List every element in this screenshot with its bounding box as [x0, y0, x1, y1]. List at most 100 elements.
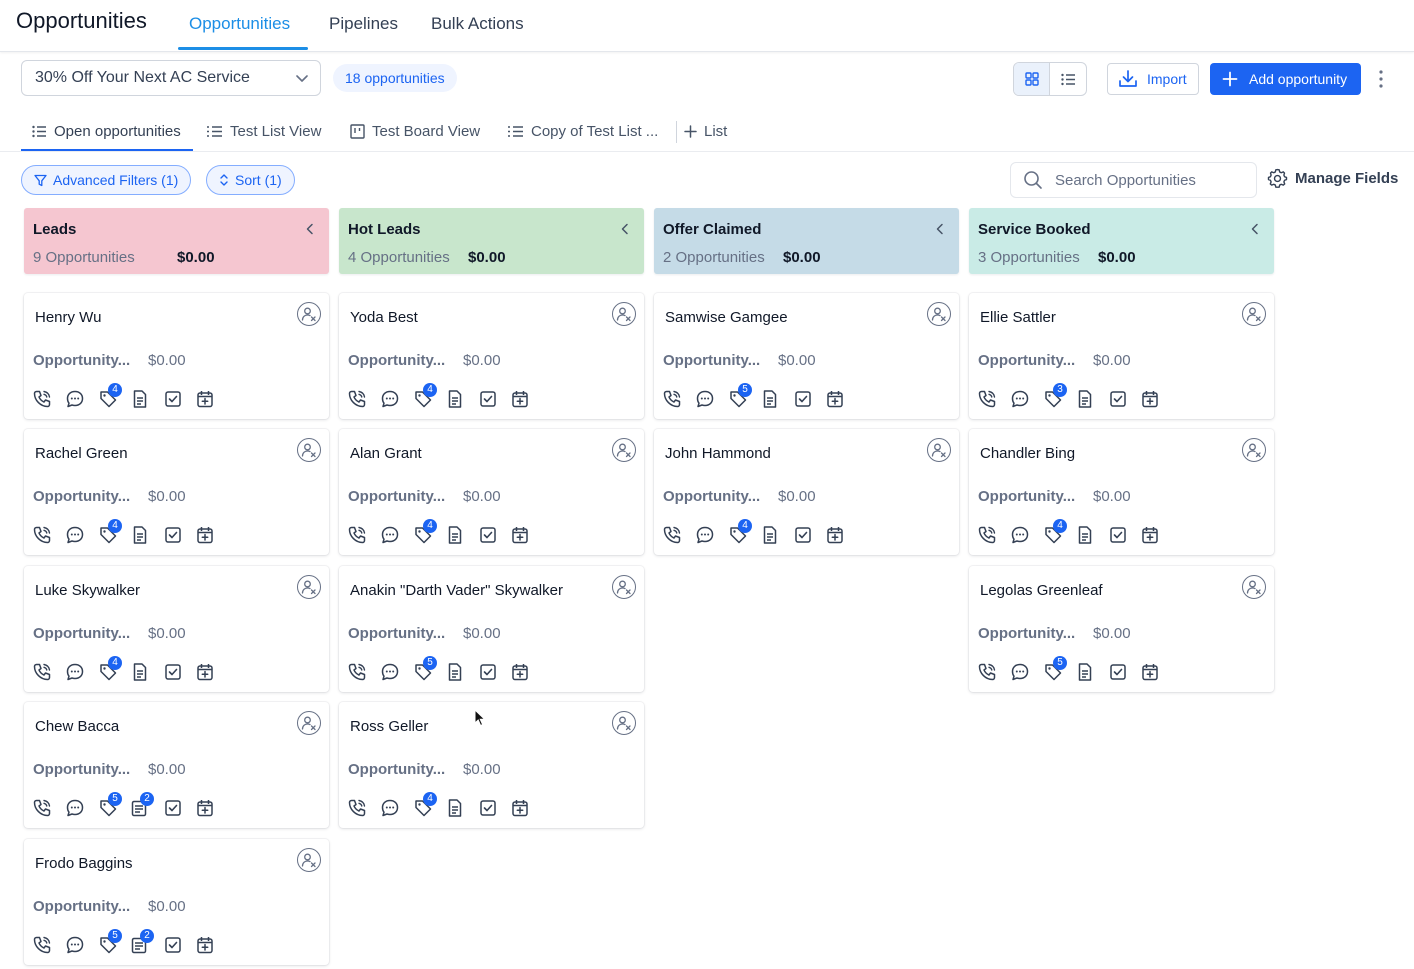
task-checkbox-icon[interactable] — [1108, 525, 1128, 545]
phone-icon[interactable] — [977, 389, 997, 409]
calendar-add-icon[interactable] — [195, 389, 215, 409]
task-checkbox-icon[interactable] — [1108, 389, 1128, 409]
sort-button[interactable]: Sort (1) — [206, 165, 295, 195]
view-tab-test-list-view[interactable]: Test List View — [206, 123, 321, 140]
assign-user-icon[interactable] — [1242, 302, 1266, 326]
chat-icon[interactable] — [1010, 389, 1030, 409]
advanced-filters-button[interactable]: Advanced Filters (1) — [21, 165, 192, 195]
task-checkbox-icon[interactable] — [478, 525, 498, 545]
task-checkbox-icon[interactable] — [793, 389, 813, 409]
assign-user-icon[interactable] — [612, 302, 636, 326]
opportunity-card[interactable]: Alan Grant Opportunity... $0.00 4 — [339, 429, 644, 555]
phone-icon[interactable] — [347, 525, 367, 545]
search-input[interactable] — [1055, 171, 1245, 189]
calendar-add-icon[interactable] — [510, 525, 530, 545]
chat-icon[interactable] — [1010, 525, 1030, 545]
document-icon[interactable] — [1075, 525, 1095, 545]
phone-icon[interactable] — [32, 525, 52, 545]
tag-icon[interactable]: 4 — [728, 519, 752, 545]
chat-icon[interactable] — [380, 662, 400, 682]
calendar-add-icon[interactable] — [195, 935, 215, 955]
task-checkbox-icon[interactable] — [163, 389, 183, 409]
opportunity-card[interactable]: Rachel Green Opportunity... $0.00 4 — [24, 429, 329, 555]
calendar-add-icon[interactable] — [510, 798, 530, 818]
chat-icon[interactable] — [695, 525, 715, 545]
phone-icon[interactable] — [32, 935, 52, 955]
document-icon[interactable] — [130, 525, 150, 545]
chat-icon[interactable] — [695, 389, 715, 409]
calendar-add-icon[interactable] — [825, 525, 845, 545]
calendar-add-icon[interactable] — [1140, 525, 1160, 545]
document-icon[interactable] — [130, 389, 150, 409]
chat-icon[interactable] — [65, 525, 85, 545]
opportunity-card[interactable]: Anakin "Darth Vader" Skywalker Opportunit… — [339, 566, 644, 692]
task-checkbox-icon[interactable] — [1108, 662, 1128, 682]
assign-user-icon[interactable] — [927, 302, 951, 326]
task-checkbox-icon[interactable] — [163, 662, 183, 682]
phone-icon[interactable] — [662, 525, 682, 545]
calendar-add-icon[interactable] — [510, 662, 530, 682]
document-icon[interactable] — [445, 389, 465, 409]
opportunity-card[interactable]: Ross Geller Opportunity... $0.00 4 — [339, 702, 644, 828]
assign-user-icon[interactable] — [927, 438, 951, 462]
tag-icon[interactable]: 4 — [413, 383, 437, 409]
opportunity-card[interactable]: Luke Skywalker Opportunity... $0.00 4 — [24, 566, 329, 692]
tag-icon[interactable]: 4 — [1043, 519, 1067, 545]
opportunity-card[interactable]: Ellie Sattler Opportunity... $0.00 3 — [969, 293, 1274, 419]
collapse-chevron-icon[interactable] — [305, 223, 315, 235]
phone-icon[interactable] — [347, 389, 367, 409]
task-checkbox-icon[interactable] — [163, 525, 183, 545]
phone-icon[interactable] — [662, 389, 682, 409]
notes-icon[interactable]: 2 — [130, 929, 154, 955]
tag-icon[interactable]: 5 — [728, 383, 752, 409]
assign-user-icon[interactable] — [297, 848, 321, 872]
calendar-add-icon[interactable] — [510, 389, 530, 409]
document-icon[interactable] — [130, 662, 150, 682]
task-checkbox-icon[interactable] — [478, 662, 498, 682]
assign-user-icon[interactable] — [612, 711, 636, 735]
opportunity-card[interactable]: Frodo Baggins Opportunity... $0.00 5 2 — [24, 839, 329, 965]
opportunity-card[interactable]: Henry Wu Opportunity... $0.00 4 — [24, 293, 329, 419]
tag-icon[interactable]: 4 — [413, 519, 437, 545]
assign-user-icon[interactable] — [1242, 575, 1266, 599]
tag-icon[interactable]: 5 — [98, 792, 122, 818]
task-checkbox-icon[interactable] — [163, 798, 183, 818]
add-opportunity-button[interactable]: Add opportunity — [1210, 63, 1361, 95]
assign-user-icon[interactable] — [1242, 438, 1266, 462]
tab-pipelines[interactable]: Pipelines — [329, 14, 398, 34]
tag-icon[interactable]: 4 — [98, 519, 122, 545]
phone-icon[interactable] — [32, 798, 52, 818]
phone-icon[interactable] — [347, 798, 367, 818]
phone-icon[interactable] — [32, 389, 52, 409]
opportunity-card[interactable]: Yoda Best Opportunity... $0.00 4 — [339, 293, 644, 419]
document-icon[interactable] — [445, 525, 465, 545]
tag-icon[interactable]: 4 — [413, 792, 437, 818]
assign-user-icon[interactable] — [297, 711, 321, 735]
tag-icon[interactable]: 5 — [1043, 656, 1067, 682]
collapse-chevron-icon[interactable] — [620, 223, 630, 235]
chat-icon[interactable] — [65, 935, 85, 955]
calendar-add-icon[interactable] — [195, 662, 215, 682]
assign-user-icon[interactable] — [612, 575, 636, 599]
list-view-button[interactable] — [1050, 63, 1086, 95]
chat-icon[interactable] — [380, 798, 400, 818]
pipeline-select[interactable]: 30% Off Your Next AC Service — [21, 60, 321, 96]
calendar-add-icon[interactable] — [195, 798, 215, 818]
chat-icon[interactable] — [65, 662, 85, 682]
opportunity-card[interactable]: Legolas Greenleaf Opportunity... $0.00 5 — [969, 566, 1274, 692]
collapse-chevron-icon[interactable] — [1250, 223, 1260, 235]
more-vertical-icon[interactable] — [1373, 67, 1389, 91]
phone-icon[interactable] — [977, 662, 997, 682]
tag-icon[interactable]: 5 — [98, 929, 122, 955]
calendar-add-icon[interactable] — [1140, 662, 1160, 682]
phone-icon[interactable] — [977, 525, 997, 545]
opportunity-card[interactable]: Chew Bacca Opportunity... $0.00 5 2 — [24, 702, 329, 828]
notes-icon[interactable]: 2 — [130, 792, 154, 818]
collapse-chevron-icon[interactable] — [935, 223, 945, 235]
calendar-add-icon[interactable] — [1140, 389, 1160, 409]
assign-user-icon[interactable] — [297, 438, 321, 462]
document-icon[interactable] — [445, 798, 465, 818]
tab-opportunities[interactable]: Opportunities — [189, 14, 290, 34]
opportunity-card[interactable]: Chandler Bing Opportunity... $0.00 4 — [969, 429, 1274, 555]
view-tab-open-opportunities[interactable]: Open opportunities — [32, 123, 181, 140]
